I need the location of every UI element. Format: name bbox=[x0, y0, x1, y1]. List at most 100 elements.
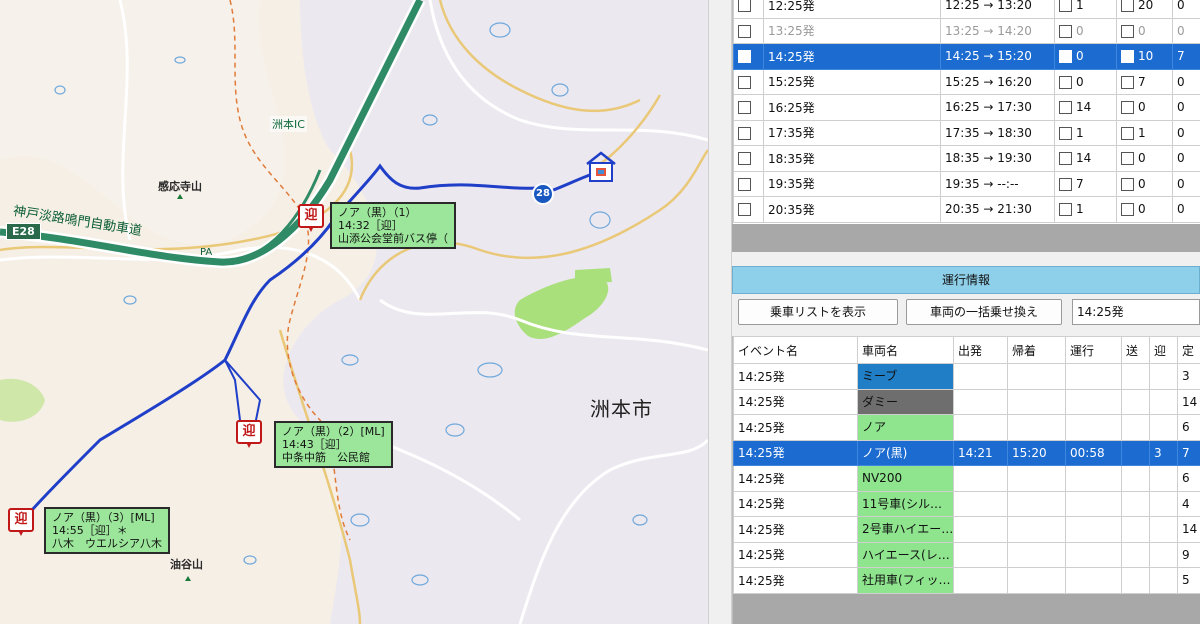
row-select-cell[interactable] bbox=[733, 17, 764, 44]
send-checkbox[interactable] bbox=[1059, 177, 1072, 191]
pick-count-cell: 0 bbox=[1116, 196, 1173, 223]
column-header[interactable]: 定 bbox=[1177, 336, 1200, 364]
time-range: 14:25 → 15:20 bbox=[940, 43, 1055, 70]
row-checkbox[interactable] bbox=[738, 24, 751, 38]
row-checkbox[interactable] bbox=[738, 177, 751, 191]
column-header[interactable]: 帰着 bbox=[1007, 336, 1066, 364]
send-count-cell: 1 bbox=[1054, 0, 1117, 19]
schedule-row[interactable]: 15:25発 15:25 → 16:20 0 7 0 bbox=[733, 68, 1200, 95]
last-count: 0 bbox=[1172, 17, 1200, 44]
row-checkbox[interactable] bbox=[738, 101, 751, 115]
pick-checkbox[interactable] bbox=[1121, 101, 1134, 115]
row-checkbox[interactable] bbox=[738, 75, 751, 89]
send-count-cell: 0 bbox=[1054, 43, 1117, 70]
row-select-cell[interactable] bbox=[733, 43, 764, 70]
send-checkbox[interactable] bbox=[1059, 0, 1072, 13]
row-select-cell[interactable] bbox=[733, 94, 764, 121]
vehicle-name: NV200 bbox=[858, 466, 953, 491]
send-checkbox[interactable] bbox=[1059, 48, 1072, 64]
map-view[interactable]: 感応寺山 油谷山 洲本市 洲本IC 神戸淡路鳴門自動車道 PA E28 28 迎… bbox=[0, 0, 708, 624]
schedule-row[interactable]: 20:35発 20:35 → 21:30 1 0 0 bbox=[733, 196, 1200, 223]
stop-card-2[interactable]: ノア（黒）（2）[ML] 14:43［迎］ 中条中筋 公民館 bbox=[274, 421, 393, 468]
stop-card-3[interactable]: ノア（黒）（3）[ML] 14:55［迎］＊ 八木 ウエルシア八木 bbox=[44, 507, 170, 554]
vehicle-name-cell: 11号車(シル… bbox=[857, 490, 954, 517]
vehicle-event-row[interactable]: 14:25発 2号車ハイエー… 14 bbox=[733, 516, 1200, 543]
bulk-vehicle-transfer-button[interactable]: 車両の一括乗せ換え bbox=[906, 299, 1062, 325]
vehicle-event-row[interactable]: 14:25発 ハイエース(レ… 9 bbox=[733, 541, 1200, 568]
vehicle-event-row[interactable]: 14:25発 11号車(シル… 4 bbox=[733, 490, 1200, 517]
row-checkbox[interactable] bbox=[738, 0, 751, 13]
schedule-row[interactable]: 17:35発 17:35 → 18:30 1 1 0 bbox=[733, 119, 1200, 146]
column-header[interactable]: 迎 bbox=[1149, 336, 1178, 364]
column-header[interactable]: 運行 bbox=[1065, 336, 1122, 364]
time-range: 15:25 → 16:20 bbox=[940, 68, 1055, 95]
pick-count bbox=[1149, 388, 1178, 415]
row-select-cell[interactable] bbox=[733, 119, 764, 146]
row-checkbox[interactable] bbox=[738, 48, 751, 64]
row-select-cell[interactable] bbox=[733, 145, 764, 172]
pick-count-cell: 20 bbox=[1116, 0, 1173, 19]
event-name: 14:25発 bbox=[733, 516, 858, 543]
pickup-marker-2[interactable]: 迎 bbox=[236, 420, 262, 448]
column-header[interactable]: 車両名 bbox=[857, 336, 954, 364]
schedule-row[interactable]: 18:35発 18:35 → 19:30 14 0 0 bbox=[733, 145, 1200, 172]
vehicle-event-row[interactable]: 14:25発 社用車(フィッ… 5 bbox=[733, 567, 1200, 594]
schedule-row[interactable]: 13:25発 13:25 → 14:20 0 0 0 bbox=[733, 17, 1200, 44]
send-checkbox[interactable] bbox=[1059, 24, 1072, 38]
send-count bbox=[1121, 388, 1150, 415]
row-checkbox[interactable] bbox=[738, 152, 751, 166]
pick-checkbox[interactable] bbox=[1121, 152, 1134, 166]
peak-label-kannoji: 感応寺山 bbox=[158, 180, 202, 193]
depot-icon[interactable] bbox=[584, 150, 618, 184]
park-area-2 bbox=[575, 268, 612, 284]
pickup-marker-1[interactable]: 迎 bbox=[298, 204, 324, 232]
schedule-row[interactable]: 14:25発14:25 → 15:200107 bbox=[733, 43, 1200, 70]
urban-area-zone bbox=[283, 0, 708, 624]
schedule-row[interactable]: 12:25発 12:25 → 13:20 1 20 0 bbox=[733, 0, 1200, 19]
vehicle-event-row[interactable]: 14:25発 ノア 6 bbox=[733, 414, 1200, 441]
vehicle-event-row[interactable]: 14:25発 ノア(黒) 14:21 15:20 00:58 3 7 bbox=[733, 439, 1200, 466]
run-duration bbox=[1065, 567, 1122, 594]
pickup-marker-3[interactable]: 迎 bbox=[8, 508, 34, 536]
time-range: 12:25 → 13:20 bbox=[940, 0, 1055, 19]
stop-card-1[interactable]: ノア（黒）（1） 14:32［迎］ 山添公会堂前バス停（ bbox=[330, 202, 456, 249]
departure-label: 18:35発 bbox=[763, 145, 941, 172]
pick-checkbox[interactable] bbox=[1121, 48, 1134, 64]
panel-splitter[interactable] bbox=[708, 0, 732, 624]
send-checkbox[interactable] bbox=[1059, 152, 1072, 166]
send-checkbox[interactable] bbox=[1059, 203, 1072, 217]
send-checkbox[interactable] bbox=[1059, 126, 1072, 140]
show-passenger-list-button[interactable]: 乗車リストを表示 bbox=[738, 299, 898, 325]
pick-checkbox[interactable] bbox=[1121, 24, 1134, 38]
row-checkbox[interactable] bbox=[738, 126, 751, 140]
pick-checkbox[interactable] bbox=[1121, 75, 1134, 89]
time-range: 16:25 → 17:30 bbox=[940, 94, 1055, 121]
departure-time-field[interactable]: 14:25発 bbox=[1072, 299, 1200, 325]
pick-checkbox[interactable] bbox=[1121, 0, 1134, 13]
return-time bbox=[1007, 516, 1066, 543]
schedule-row[interactable]: 19:35発 19:35 → --:-- 7 0 0 bbox=[733, 170, 1200, 197]
vehicle-event-row[interactable]: 14:25発 ミーブ 3 bbox=[733, 363, 1200, 390]
vehicle-event-row[interactable]: 14:25発 ダミー 14 bbox=[733, 388, 1200, 415]
pick-checkbox[interactable] bbox=[1121, 177, 1134, 191]
column-header[interactable]: 出発 bbox=[953, 336, 1008, 364]
row-select-cell[interactable] bbox=[733, 196, 764, 223]
return-time bbox=[1007, 541, 1066, 568]
column-header[interactable]: イベント名 bbox=[733, 336, 858, 364]
send-checkbox[interactable] bbox=[1059, 101, 1072, 115]
run-info-header: 運行情報 bbox=[732, 266, 1200, 294]
pick-checkbox[interactable] bbox=[1121, 203, 1134, 217]
schedule-row[interactable]: 16:25発 16:25 → 17:30 14 0 0 bbox=[733, 94, 1200, 121]
pick-count bbox=[1149, 567, 1178, 594]
pick-checkbox[interactable] bbox=[1121, 126, 1134, 140]
vehicle-name-cell: 社用車(フィッ… bbox=[857, 567, 954, 594]
vehicle-name: ノア(黒) bbox=[862, 445, 908, 460]
column-header[interactable]: 送 bbox=[1121, 336, 1150, 364]
pick-count-cell: 10 bbox=[1116, 43, 1173, 70]
row-select-cell[interactable] bbox=[733, 170, 764, 197]
send-checkbox[interactable] bbox=[1059, 75, 1072, 89]
vehicle-event-row[interactable]: 14:25発 NV200 6 bbox=[733, 465, 1200, 492]
row-checkbox[interactable] bbox=[738, 203, 751, 217]
row-select-cell[interactable] bbox=[733, 68, 764, 95]
row-select-cell[interactable] bbox=[733, 0, 764, 19]
